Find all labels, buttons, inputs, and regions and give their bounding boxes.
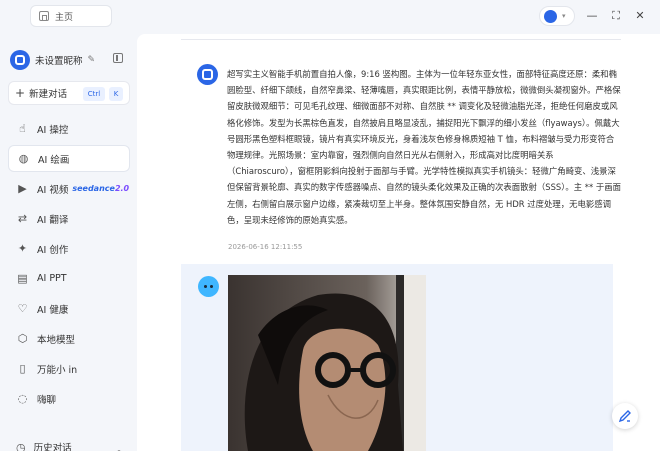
close-icon[interactable]: ✕ [633,9,647,23]
sidebar-item-label: 嗨聊 [37,394,57,406]
new-chat-label: 新建对话 [29,89,68,100]
sidebar: 未设置昵称 ✎ + 新建对话 Ctrl K ☝ AI 操控 ◍ AI 绘画 ▶ … [0,34,137,451]
avatar [10,50,30,70]
pen-icon [618,410,631,423]
sidebar-item-ai-control[interactable]: ☝ AI 操控 [8,115,130,142]
health-icon: ♡ [17,302,28,315]
cube-icon: ⬡ [17,332,28,345]
sidebar-item-label: AI 视频 [37,184,69,196]
model-logo-icon [544,9,557,23]
chat-panel: 超写实主义智能手机前置自拍人像，9:16 竖构图。主体为一位年轻东亚女性，面部特… [137,34,660,451]
assistant-avatar [197,64,218,85]
sidebar-item-label: 万能小 in [37,364,78,376]
shortcut-k: K [109,87,123,101]
title-bar: 主页 ▾ — ⛶ ✕ [0,0,660,34]
sidebar-item-ai-drawing[interactable]: ◍ AI 绘画 [8,145,130,172]
sidebar-item-ai-translate[interactable]: ⇄ AI 翻译 [8,205,130,232]
sidebar-item-label: AI 创作 [37,244,69,256]
sidebar-item-label: AI 健康 [37,304,69,316]
minimize-icon[interactable]: — [585,9,599,23]
plus-icon: + [15,86,26,100]
sidebar-item-local-model[interactable]: ⬡ 本地模型 [8,325,130,352]
sidebar-item-label: AI PPT [37,273,67,284]
chat-icon: ◌ [17,392,28,405]
translate-icon: ⇄ [17,212,28,225]
edit-icon[interactable]: ✎ [88,55,96,65]
sidebar-item-ai-video[interactable]: ▶ AI 视频 seedance2.0 [8,175,130,202]
assistant-message: 超写实主义智能手机前置自拍人像，9:16 竖构图。主体为一位年轻东亚女性，面部特… [227,69,621,225]
uploaded-photo[interactable] [228,275,426,451]
sidebar-item-wanneng-xiao-in[interactable]: ▯ 万能小 in [8,355,130,382]
home-icon [39,11,49,21]
maximize-icon[interactable]: ⛶ [609,9,623,23]
sidebar-item-ai-health[interactable]: ♡ AI 健康 [8,295,130,322]
clock-icon: ◷ [16,440,26,451]
new-chat-button[interactable]: + 新建对话 Ctrl K [8,81,130,105]
new-message-button[interactable] [612,403,638,429]
video-icon: ▶ [18,182,27,195]
sidebar-item-label: AI 绘画 [38,154,70,166]
shortcut-ctrl: Ctrl [83,87,105,101]
chevron-up-icon[interactable]: ︿ [115,444,123,451]
history-section[interactable]: ◷ 历史对话 [16,440,72,451]
divider [181,39,621,40]
sidebar-item-ai-create[interactable]: ✦ AI 创作 [8,235,130,262]
user-profile[interactable]: 未设置昵称 ✎ [10,49,130,71]
model-selector[interactable]: ▾ [539,6,575,26]
sidebar-item-label: AI 操控 [37,124,69,136]
history-label: 历史对话 [33,443,72,451]
note-icon: ▯ [19,362,26,375]
chevron-down-icon: ▾ [562,12,566,20]
tab-home[interactable]: 主页 [30,5,112,27]
sidebar-item-label: AI 翻译 [37,214,69,226]
collapse-sidebar-icon[interactable] [113,53,123,63]
user-message-block [181,264,613,451]
user-name: 未设置昵称 [35,56,83,67]
seedance-badge: seedance2.0 [72,184,130,193]
message-timestamp: 2026-06-16 12:11:55 [228,243,303,251]
pointer-icon: ☝ [19,122,26,135]
ppt-icon: ▤ [17,272,28,285]
tab-home-label: 主页 [55,12,74,23]
sidebar-item-ai-ppt[interactable]: ▤ AI PPT [8,265,130,292]
user-avatar [198,276,219,297]
sidebar-item-label: 本地模型 [37,334,76,346]
palette-icon: ◍ [18,152,29,165]
sidebar-item-hai-chat[interactable]: ◌ 嗨聊 [8,385,130,412]
create-icon: ✦ [17,242,28,255]
